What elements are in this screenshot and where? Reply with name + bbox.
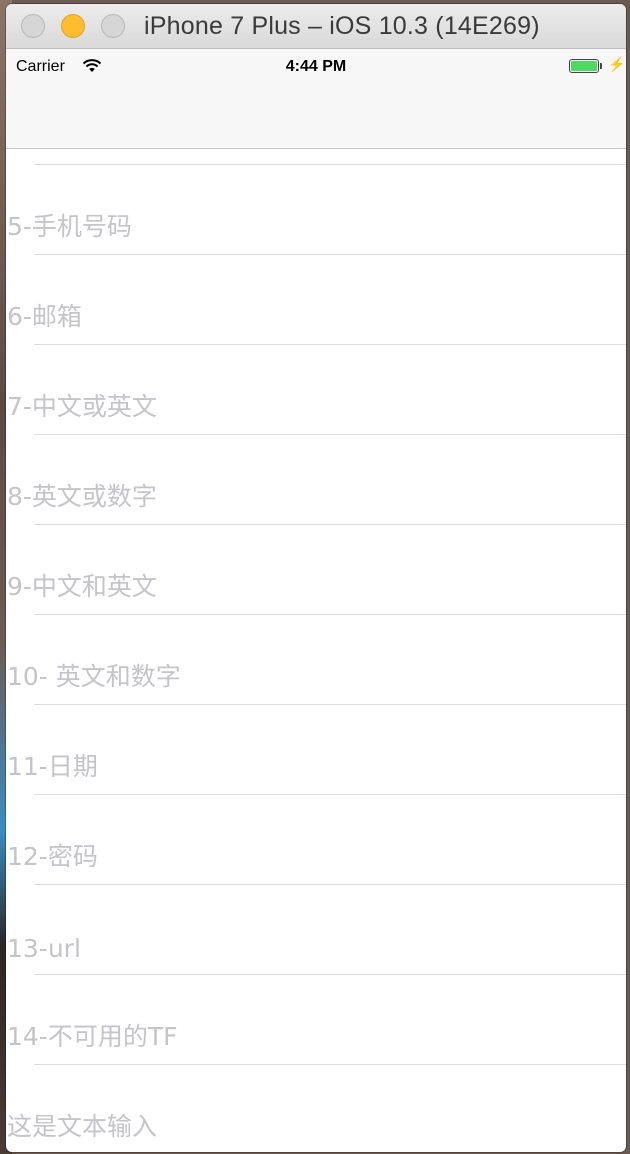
list-item[interactable]: 6-邮箱 bbox=[6, 255, 626, 345]
list-item[interactable]: 13-url bbox=[6, 885, 626, 975]
text-field-list: 5-手机号码 6-邮箱 7-中文或英文 8-英文或数字 9-中文和英文 10- … bbox=[6, 149, 626, 1152]
list-item[interactable]: 11-日期 bbox=[6, 705, 626, 795]
list-item[interactable]: 5-手机号码 bbox=[6, 165, 626, 255]
close-window-button[interactable] bbox=[21, 14, 45, 38]
text-field-email[interactable]: 6-邮箱 bbox=[7, 297, 82, 333]
window-titlebar: iPhone 7 Plus – iOS 10.3 (14E269) bbox=[6, 4, 626, 49]
text-field-password[interactable]: 12-密码 bbox=[7, 837, 98, 873]
list-item[interactable]: 9-中文和英文 bbox=[6, 525, 626, 615]
list-item[interactable]: 7-中文或英文 bbox=[6, 345, 626, 435]
charging-bolt-icon: ⚡ bbox=[608, 56, 626, 72]
list-item[interactable]: 10- 英文和数字 bbox=[6, 615, 626, 705]
text-field-phone[interactable]: 5-手机号码 bbox=[7, 207, 132, 243]
text-field-chinese-or-english[interactable]: 7-中文或英文 bbox=[7, 387, 157, 423]
text-field-chinese-and-english[interactable]: 9-中文和英文 bbox=[7, 567, 157, 603]
text-field-disabled: 14-不可用的TF bbox=[7, 1022, 178, 1051]
text-field-english-and-number[interactable]: 10- 英文和数字 bbox=[7, 657, 181, 693]
window-title: iPhone 7 Plus – iOS 10.3 (14E269) bbox=[144, 12, 540, 40]
battery-cap bbox=[600, 63, 602, 69]
list-item[interactable]: 14-不可用的TF bbox=[6, 975, 626, 1065]
navigation-bar bbox=[6, 81, 626, 149]
minimize-window-button[interactable] bbox=[61, 14, 85, 38]
list-row-partial bbox=[6, 149, 626, 165]
simulator-window: iPhone 7 Plus – iOS 10.3 (14E269) Carrie… bbox=[6, 4, 626, 1152]
list-item[interactable]: 这是文本输入 bbox=[6, 1065, 626, 1152]
battery-icon bbox=[569, 59, 599, 73]
text-field-english-or-number[interactable]: 8-英文或数字 bbox=[7, 477, 157, 513]
status-time: 4:44 PM bbox=[285, 58, 347, 75]
list-item[interactable]: 12-密码 bbox=[6, 795, 626, 885]
text-field-date[interactable]: 11-日期 bbox=[7, 747, 98, 783]
ios-status-bar: Carrier 4:44 PM ⚡ bbox=[6, 49, 626, 81]
text-view-input[interactable]: 这是文本输入 bbox=[7, 1107, 157, 1143]
list-item[interactable]: 8-英文或数字 bbox=[6, 435, 626, 525]
text-field-url[interactable]: 13-url bbox=[7, 934, 81, 963]
zoom-window-button[interactable] bbox=[101, 14, 125, 38]
